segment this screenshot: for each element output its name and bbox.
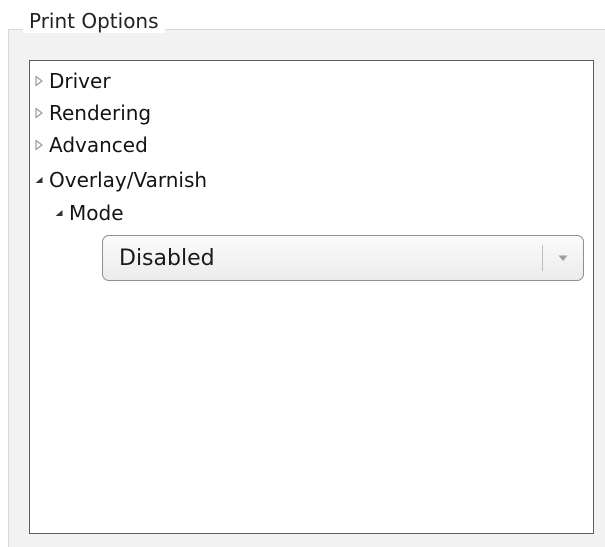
tree-item-advanced[interactable]: Advanced xyxy=(34,128,148,162)
print-options-title: Print Options xyxy=(23,9,165,33)
triangle-right-icon[interactable] xyxy=(34,107,44,119)
tree-item-driver[interactable]: Driver xyxy=(34,64,111,98)
mode-select-value: Disabled xyxy=(119,245,215,271)
triangle-right-icon[interactable] xyxy=(34,75,44,87)
triangle-down-icon[interactable] xyxy=(34,174,44,186)
tree-item-label: Mode xyxy=(69,201,124,225)
tree-item-label: Driver xyxy=(49,69,111,93)
tree-item-label: Advanced xyxy=(49,133,148,157)
mode-select[interactable]: Disabled xyxy=(102,235,584,281)
tree-item-overlay-varnish[interactable]: Overlay/Varnish xyxy=(34,163,207,197)
tree-item-mode[interactable]: Mode xyxy=(54,196,124,230)
triangle-right-icon[interactable] xyxy=(34,139,44,151)
chevron-down-icon[interactable] xyxy=(553,248,573,268)
combo-divider xyxy=(542,245,543,271)
tree-item-rendering[interactable]: Rendering xyxy=(34,96,151,130)
tree-item-label: Rendering xyxy=(49,101,152,125)
tree-item-label: Overlay/Varnish xyxy=(49,168,208,192)
triangle-down-icon[interactable] xyxy=(54,207,64,219)
print-options-tree[interactable]: Driver Rendering Advanced Overlay/Varnis… xyxy=(29,60,594,534)
